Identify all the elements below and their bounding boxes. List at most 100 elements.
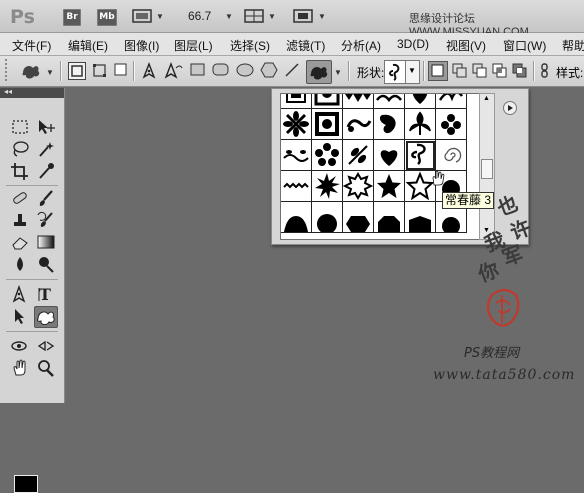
shape-layers-icon[interactable] bbox=[68, 62, 86, 83]
view-extras-dropdown-icon[interactable]: ▼ bbox=[156, 12, 164, 21]
rectangle-icon[interactable] bbox=[190, 63, 206, 80]
fill-pixels-icon[interactable] bbox=[114, 63, 128, 80]
shape-leaf-sprig[interactable] bbox=[343, 140, 374, 171]
clone-stamp-tool-icon[interactable] bbox=[10, 211, 32, 231]
shape-swirl[interactable] bbox=[343, 109, 374, 140]
shape-leaf-cluster[interactable] bbox=[374, 109, 405, 140]
brush-tool-icon[interactable] bbox=[36, 189, 58, 209]
shape-ivy-3[interactable] bbox=[405, 140, 436, 171]
shape-tooltip: 常春藤 3 bbox=[442, 192, 494, 209]
shape-frame-square[interactable] bbox=[281, 94, 312, 109]
zoom-tool-icon[interactable] bbox=[36, 359, 58, 379]
freeform-pen-icon[interactable] bbox=[163, 62, 185, 83]
shape-star-5[interactable] bbox=[374, 171, 405, 202]
line-icon[interactable] bbox=[284, 62, 300, 81]
geometry-options-dropdown-icon[interactable]: ▼ bbox=[334, 68, 342, 77]
shape-scallop[interactable] bbox=[281, 202, 312, 233]
menu-image[interactable]: 图像(I) bbox=[124, 37, 159, 54]
dodge-tool-icon[interactable] bbox=[36, 255, 58, 275]
link-icon[interactable] bbox=[540, 63, 550, 82]
eraser-tool-icon[interactable] bbox=[10, 233, 32, 253]
marquee-tool-icon[interactable] bbox=[10, 118, 32, 138]
history-brush-tool-icon[interactable] bbox=[36, 211, 58, 231]
foreground-color-swatch[interactable] bbox=[14, 475, 38, 493]
menu-view[interactable]: 视图(V) bbox=[446, 37, 486, 54]
ellipse-icon[interactable] bbox=[236, 63, 254, 80]
move-tool-icon[interactable] bbox=[36, 118, 58, 138]
custom-shape-button[interactable] bbox=[306, 60, 332, 84]
type-tool-icon[interactable]: T bbox=[36, 285, 58, 305]
healing-brush-tool-icon[interactable] bbox=[10, 189, 32, 209]
eyedropper-tool-icon[interactable] bbox=[36, 162, 58, 182]
rounded-rectangle-icon[interactable] bbox=[212, 63, 230, 80]
menu-analysis[interactable]: 分析(A) bbox=[341, 37, 381, 54]
blur-tool-icon[interactable] bbox=[10, 255, 32, 275]
lasso-tool-icon[interactable] bbox=[10, 140, 32, 160]
arrange-documents-icon[interactable] bbox=[244, 8, 264, 27]
subtract-shape-icon[interactable] bbox=[472, 63, 488, 82]
shape-starburst-12[interactable] bbox=[312, 171, 343, 202]
tool-preset-icon[interactable] bbox=[20, 61, 42, 84]
crop-tool-icon[interactable] bbox=[10, 162, 32, 182]
paths-icon[interactable] bbox=[92, 62, 108, 83]
shape-floral-tile[interactable] bbox=[281, 109, 312, 140]
shape-vine[interactable] bbox=[281, 140, 312, 171]
exclude-shape-icon[interactable] bbox=[512, 63, 528, 82]
menu-window[interactable]: 窗口(W) bbox=[503, 37, 546, 54]
intersect-shape-icon[interactable] bbox=[492, 63, 508, 82]
shape-hexagon[interactable] bbox=[343, 202, 374, 233]
shape-grid-scrollbar[interactable]: ▲ ▼ bbox=[479, 93, 495, 240]
shape-heart-leaf[interactable] bbox=[374, 140, 405, 171]
zoom-dropdown-icon[interactable]: ▼ bbox=[225, 12, 233, 21]
polygon-icon[interactable] bbox=[260, 62, 278, 81]
shape-flourish[interactable] bbox=[436, 94, 467, 109]
custom-shape-tool-icon[interactable] bbox=[34, 306, 58, 328]
menu-layer[interactable]: 图层(L) bbox=[174, 37, 213, 54]
shape-flower-5[interactable] bbox=[312, 140, 343, 171]
shape-ornate-tile[interactable] bbox=[312, 109, 343, 140]
magic-wand-tool-icon[interactable] bbox=[36, 140, 58, 160]
path-selection-tool-icon[interactable] bbox=[10, 307, 32, 327]
gradient-tool-icon[interactable] bbox=[36, 233, 58, 253]
new-layer-mode-button[interactable] bbox=[428, 61, 448, 81]
mini-bridge-button[interactable]: Mb bbox=[97, 9, 117, 26]
shape-preview[interactable] bbox=[384, 60, 406, 84]
menu-help[interactable]: 帮助 bbox=[562, 37, 584, 54]
pen-icon[interactable] bbox=[141, 62, 159, 83]
arrange-dropdown-icon[interactable]: ▼ bbox=[268, 12, 276, 21]
tool-preset-dropdown-icon[interactable]: ▼ bbox=[46, 68, 54, 77]
shape-octagon[interactable] bbox=[374, 202, 405, 233]
shape-scroll-ornament[interactable] bbox=[374, 94, 405, 109]
tools-panel-header[interactable]: ◂◂ bbox=[0, 87, 64, 98]
menu-3d[interactable]: 3D(D) bbox=[397, 37, 429, 51]
screen-mode-dropdown-icon[interactable]: ▼ bbox=[318, 12, 326, 21]
view-extras-icon[interactable] bbox=[132, 8, 152, 27]
shape-seal[interactable] bbox=[342, 171, 374, 202]
bridge-button[interactable]: Br bbox=[63, 9, 81, 26]
shape-zigzag[interactable] bbox=[281, 171, 312, 202]
shape-fleur[interactable] bbox=[405, 109, 436, 140]
menu-filter[interactable]: 滤镜(T) bbox=[286, 37, 325, 54]
shape-spiral[interactable] bbox=[436, 140, 467, 171]
shape-frame-ornate[interactable] bbox=[312, 94, 343, 109]
menu-file[interactable]: 文件(F) bbox=[12, 37, 51, 54]
picker-menu-button[interactable] bbox=[503, 101, 517, 115]
shape-heart-ornament[interactable] bbox=[405, 94, 436, 109]
collapse-icon[interactable]: ◂◂ bbox=[4, 87, 12, 96]
menu-edit[interactable]: 编辑(E) bbox=[68, 37, 108, 54]
shape-clover-ornament[interactable] bbox=[436, 109, 467, 140]
zoom-level[interactable]: 66.7 bbox=[188, 9, 211, 23]
shape-tag[interactable] bbox=[405, 202, 436, 233]
screen-mode-icon[interactable] bbox=[293, 8, 313, 27]
3d-camera-tool-icon[interactable] bbox=[36, 337, 58, 357]
3d-rotate-tool-icon[interactable] bbox=[10, 337, 32, 357]
pen-tool-icon[interactable] bbox=[10, 284, 32, 305]
add-to-shape-icon[interactable] bbox=[452, 63, 468, 82]
shape-diamonds[interactable] bbox=[343, 94, 374, 109]
scrollbar-thumb[interactable] bbox=[481, 159, 493, 179]
shape-gear[interactable] bbox=[312, 202, 343, 234]
scroll-up-icon[interactable]: ▲ bbox=[483, 95, 490, 102]
menu-select[interactable]: 选择(S) bbox=[230, 37, 270, 54]
shape-picker-dropdown[interactable]: ▼ bbox=[405, 60, 420, 84]
hand-tool-icon[interactable] bbox=[10, 359, 32, 379]
